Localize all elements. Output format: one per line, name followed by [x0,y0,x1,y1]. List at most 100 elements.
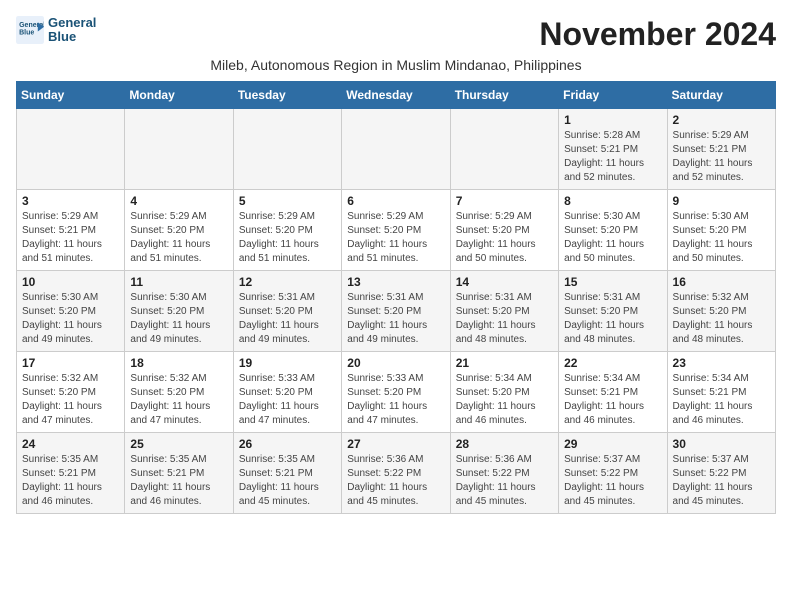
weekday-header-friday: Friday [559,82,667,109]
day-info: Sunrise: 5:33 AM Sunset: 5:20 PM Dayligh… [239,372,336,428]
day-number: 9 [673,194,770,208]
day-info: Sunrise: 5:36 AM Sunset: 5:22 PM Dayligh… [456,453,553,509]
month-title: November 2024 [539,16,776,53]
calendar-cell: 18 Sunrise: 5:32 AM Sunset: 5:20 PM Dayli… [125,352,233,433]
calendar-cell: 15 Sunrise: 5:31 AM Sunset: 5:20 PM Dayli… [559,271,667,352]
calendar-cell: 25 Sunrise: 5:35 AM Sunset: 5:21 PM Dayli… [125,433,233,514]
calendar-cell [342,109,450,190]
calendar-cell: 21 Sunrise: 5:34 AM Sunset: 5:20 PM Dayli… [450,352,558,433]
calendar-cell: 7Sunrise: 5:29 AM Sunset: 5:20 PM Daylig… [450,190,558,271]
calendar-cell: 5 Sunrise: 5:29 AM Sunset: 5:20 PM Daylig… [233,190,341,271]
calendar-cell: 22Sunrise: 5:34 AM Sunset: 5:21 PM Dayli… [559,352,667,433]
calendar-cell: 26 Sunrise: 5:35 AM Sunset: 5:21 PM Dayli… [233,433,341,514]
logo-text: General Blue [48,16,96,45]
weekday-header-tuesday: Tuesday [233,82,341,109]
calendar-cell: 27Sunrise: 5:36 AM Sunset: 5:22 PM Dayli… [342,433,450,514]
calendar-cell: 1 Sunrise: 5:28 AM Sunset: 5:21 PM Daylig… [559,109,667,190]
day-info: Sunrise: 5:28 AM Sunset: 5:21 PM Dayligh… [564,129,661,185]
calendar-cell: 12 Sunrise: 5:31 AM Sunset: 5:20 PM Dayli… [233,271,341,352]
day-info: Sunrise: 5:32 AM Sunset: 5:20 PM Dayligh… [130,372,227,428]
calendar-cell: 2 Sunrise: 5:29 AM Sunset: 5:21 PM Daylig… [667,109,775,190]
calendar-cell: 3 Sunrise: 5:29 AM Sunset: 5:21 PM Daylig… [17,190,125,271]
day-number: 25 [130,437,227,451]
weekday-header-thursday: Thursday [450,82,558,109]
location-subtitle: Mileb, Autonomous Region in Muslim Minda… [16,57,776,73]
day-number: 12 [239,275,336,289]
day-number: 29 [564,437,661,451]
day-info: Sunrise: 5:31 AM Sunset: 5:20 PM Dayligh… [239,291,336,347]
calendar-table: SundayMondayTuesdayWednesdayThursdayFrid… [16,81,776,514]
day-number: 7 [456,194,553,208]
day-info: Sunrise: 5:37 AM Sunset: 5:22 PM Dayligh… [564,453,661,509]
logo: General Blue General Blue [16,16,96,45]
calendar-cell [450,109,558,190]
day-info: Sunrise: 5:31 AM Sunset: 5:20 PM Dayligh… [564,291,661,347]
day-info: Sunrise: 5:36 AM Sunset: 5:22 PM Dayligh… [347,453,444,509]
calendar-cell: 6 Sunrise: 5:29 AM Sunset: 5:20 PM Daylig… [342,190,450,271]
day-number: 26 [239,437,336,451]
day-info: Sunrise: 5:32 AM Sunset: 5:20 PM Dayligh… [22,372,119,428]
svg-text:Blue: Blue [19,30,34,37]
day-number: 8 [564,194,661,208]
calendar-cell: 11Sunrise: 5:30 AM Sunset: 5:20 PM Dayli… [125,271,233,352]
calendar-cell: 24Sunrise: 5:35 AM Sunset: 5:21 PM Dayli… [17,433,125,514]
calendar-cell: 9 Sunrise: 5:30 AM Sunset: 5:20 PM Daylig… [667,190,775,271]
day-number: 14 [456,275,553,289]
day-number: 13 [347,275,444,289]
calendar-cell: 10 Sunrise: 5:30 AM Sunset: 5:20 PM Dayli… [17,271,125,352]
day-number: 28 [456,437,553,451]
day-number: 20 [347,356,444,370]
day-info: Sunrise: 5:30 AM Sunset: 5:20 PM Dayligh… [673,210,770,266]
day-info: Sunrise: 5:29 AM Sunset: 5:21 PM Dayligh… [673,129,770,185]
day-number: 2 [673,113,770,127]
day-number: 21 [456,356,553,370]
day-number: 22 [564,356,661,370]
day-number: 30 [673,437,770,451]
calendar-cell: 20 Sunrise: 5:33 AM Sunset: 5:20 PM Dayli… [342,352,450,433]
day-number: 3 [22,194,119,208]
calendar-cell [125,109,233,190]
day-info: Sunrise: 5:34 AM Sunset: 5:20 PM Dayligh… [456,372,553,428]
calendar-cell: 28 Sunrise: 5:36 AM Sunset: 5:22 PM Dayli… [450,433,558,514]
day-number: 16 [673,275,770,289]
day-info: Sunrise: 5:29 AM Sunset: 5:20 PM Dayligh… [347,210,444,266]
calendar-cell: 17 Sunrise: 5:32 AM Sunset: 5:20 PM Dayli… [17,352,125,433]
day-info: Sunrise: 5:30 AM Sunset: 5:20 PM Dayligh… [130,291,227,347]
calendar-cell: 16 Sunrise: 5:32 AM Sunset: 5:20 PM Dayli… [667,271,775,352]
day-number: 18 [130,356,227,370]
day-number: 19 [239,356,336,370]
day-info: Sunrise: 5:37 AM Sunset: 5:22 PM Dayligh… [673,453,770,509]
weekday-header-sunday: Sunday [17,82,125,109]
weekday-header-saturday: Saturday [667,82,775,109]
weekday-header-wednesday: Wednesday [342,82,450,109]
day-info: Sunrise: 5:33 AM Sunset: 5:20 PM Dayligh… [347,372,444,428]
day-info: Sunrise: 5:35 AM Sunset: 5:21 PM Dayligh… [130,453,227,509]
day-number: 10 [22,275,119,289]
general-blue-icon: General Blue [16,16,44,44]
day-info: Sunrise: 5:30 AM Sunset: 5:20 PM Dayligh… [22,291,119,347]
day-info: Sunrise: 5:29 AM Sunset: 5:21 PM Dayligh… [22,210,119,266]
day-number: 24 [22,437,119,451]
day-info: Sunrise: 5:29 AM Sunset: 5:20 PM Dayligh… [239,210,336,266]
calendar-cell [233,109,341,190]
day-info: Sunrise: 5:32 AM Sunset: 5:20 PM Dayligh… [673,291,770,347]
calendar-cell: 23 Sunrise: 5:34 AM Sunset: 5:21 PM Dayli… [667,352,775,433]
day-info: Sunrise: 5:30 AM Sunset: 5:20 PM Dayligh… [564,210,661,266]
day-info: Sunrise: 5:34 AM Sunset: 5:21 PM Dayligh… [673,372,770,428]
day-number: 17 [22,356,119,370]
day-number: 15 [564,275,661,289]
calendar-cell: 14 Sunrise: 5:31 AM Sunset: 5:20 PM Dayli… [450,271,558,352]
day-number: 5 [239,194,336,208]
weekday-header-monday: Monday [125,82,233,109]
day-number: 6 [347,194,444,208]
calendar-cell: 30 Sunrise: 5:37 AM Sunset: 5:22 PM Dayli… [667,433,775,514]
day-info: Sunrise: 5:29 AM Sunset: 5:20 PM Dayligh… [130,210,227,266]
calendar-cell: 4Sunrise: 5:29 AM Sunset: 5:20 PM Daylig… [125,190,233,271]
calendar-cell: 29 Sunrise: 5:37 AM Sunset: 5:22 PM Dayli… [559,433,667,514]
day-number: 23 [673,356,770,370]
calendar-cell: 19 Sunrise: 5:33 AM Sunset: 5:20 PM Dayli… [233,352,341,433]
day-number: 1 [564,113,661,127]
day-info: Sunrise: 5:31 AM Sunset: 5:20 PM Dayligh… [347,291,444,347]
day-info: Sunrise: 5:31 AM Sunset: 5:20 PM Dayligh… [456,291,553,347]
day-info: Sunrise: 5:35 AM Sunset: 5:21 PM Dayligh… [239,453,336,509]
